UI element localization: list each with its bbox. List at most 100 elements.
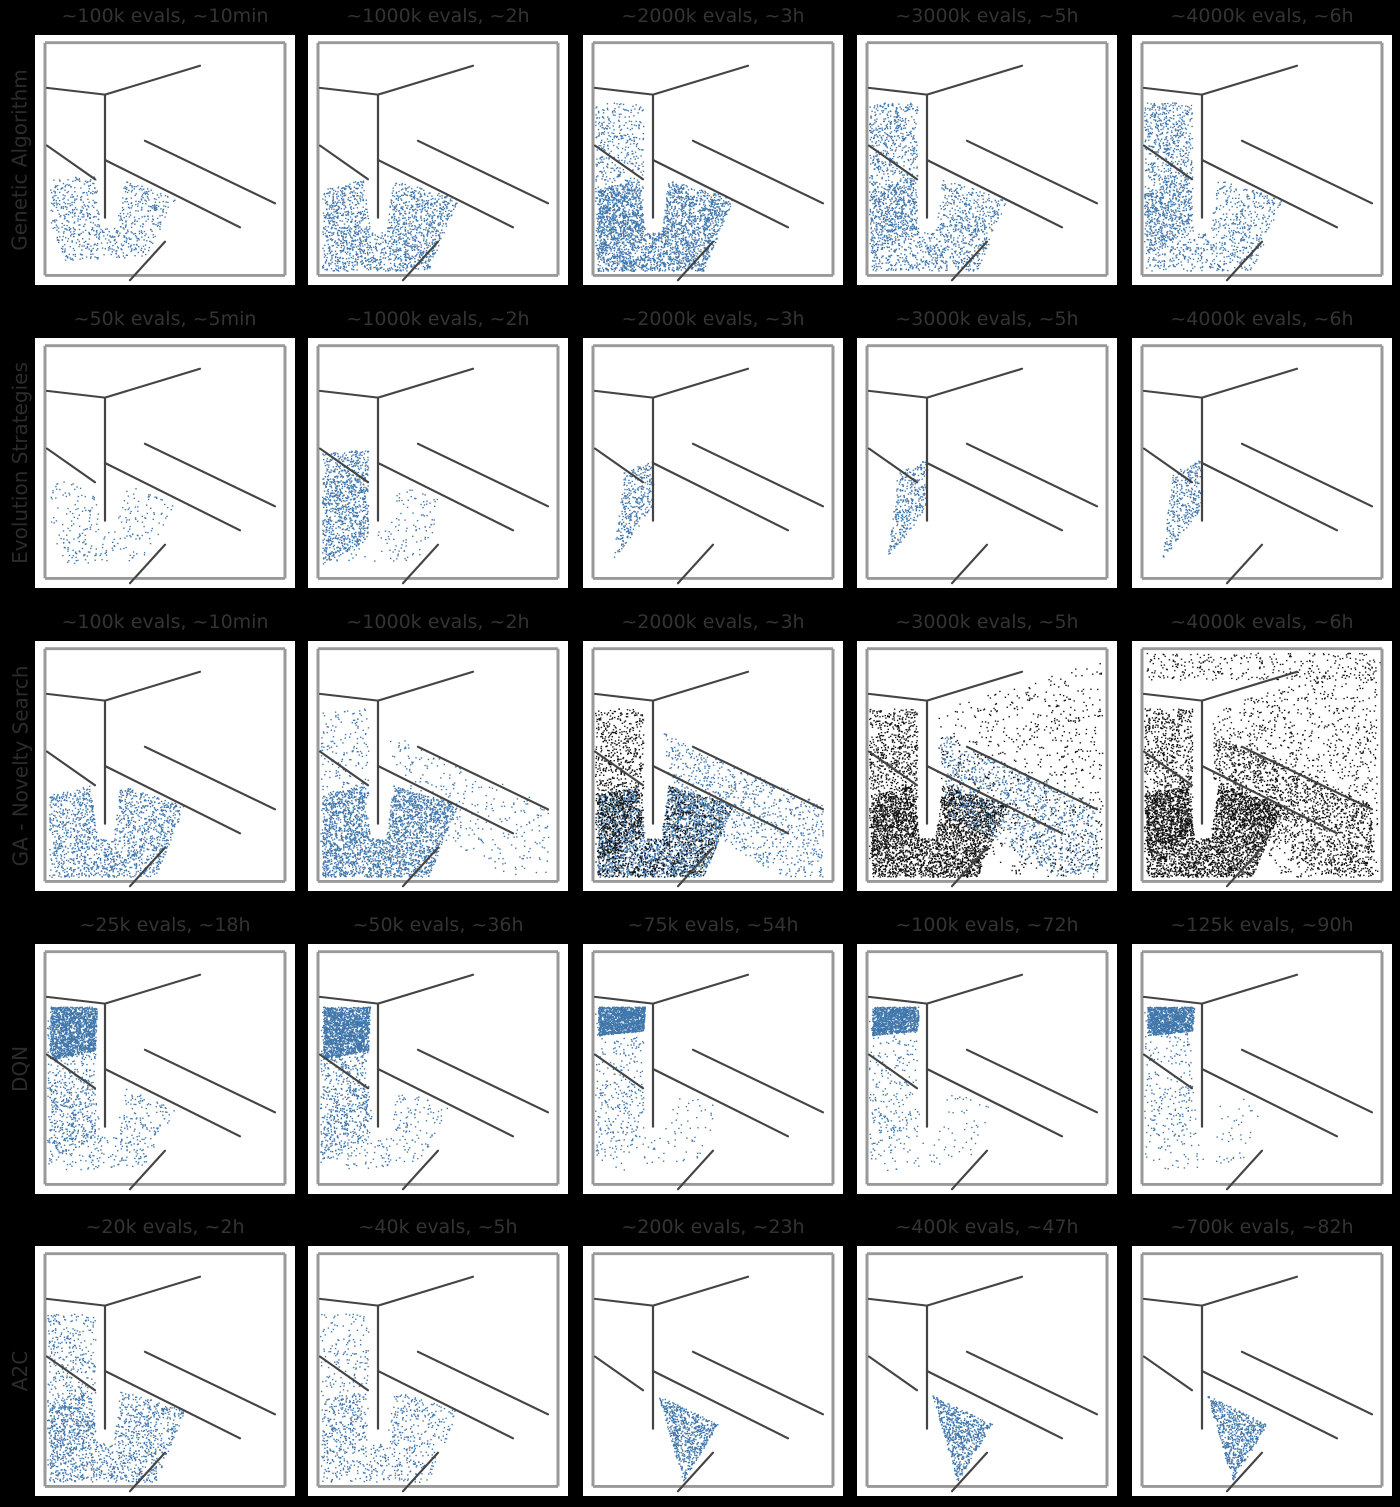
maze-plot [43, 344, 287, 585]
row-label-text: Evolution Strategies [8, 362, 32, 564]
panel-title: ~100k evals, ~10min [15, 5, 315, 27]
maze-wall [867, 995, 929, 1005]
maze-wall [45, 389, 107, 399]
maze-wall [318, 389, 380, 399]
coverage-points [49, 785, 185, 878]
maze-wall [143, 1048, 277, 1114]
maze-wall [318, 86, 380, 96]
row-label-text: GA - Novelty Search [8, 666, 32, 867]
row-label: Genetic Algorithm [0, 35, 40, 285]
maze-wall [318, 1297, 380, 1307]
maze-wall [925, 670, 1024, 702]
maze-panel [35, 338, 295, 588]
maze-wall [593, 389, 655, 399]
maze-panel [308, 35, 568, 285]
maze-wall [651, 1067, 790, 1138]
maze-wall [925, 367, 1024, 399]
panel-title: ~1000k evals, ~2h [288, 611, 588, 633]
maze-wall [318, 692, 380, 702]
maze-wall [867, 1355, 919, 1392]
maze-panel [308, 641, 568, 891]
maze-panel [1132, 338, 1392, 588]
maze-wall [143, 1350, 277, 1416]
maze-wall [651, 64, 750, 96]
maze-wall [103, 367, 202, 399]
maze-plot [43, 647, 287, 888]
maze-panel [308, 1246, 568, 1496]
maze-plot [1140, 1252, 1384, 1493]
maze-wall [416, 1048, 550, 1114]
coverage-points [869, 663, 1104, 878]
maze-plot [43, 41, 287, 282]
maze-wall [1200, 158, 1339, 229]
panel-title: ~2000k evals, ~3h [563, 308, 863, 330]
panel-title: ~1000k evals, ~2h [288, 5, 588, 27]
maze-panel [857, 944, 1117, 1194]
maze-wall [965, 139, 1099, 205]
maze-wall [45, 1297, 107, 1307]
maze-wall [416, 139, 550, 205]
maze-wall [1200, 367, 1299, 399]
maze-panel [583, 641, 843, 891]
maze-panel [1132, 35, 1392, 285]
panel-title: ~125k evals, ~90h [1112, 914, 1400, 936]
panel-title: ~3000k evals, ~5h [837, 611, 1137, 633]
maze-wall [103, 158, 242, 229]
maze-wall [593, 86, 655, 96]
panel-title: ~4000k evals, ~6h [1112, 5, 1400, 27]
panel-title: ~100k evals, ~10min [15, 611, 315, 633]
row-label-text: Genetic Algorithm [8, 69, 32, 250]
coverage-points [595, 1006, 714, 1171]
maze-wall [318, 144, 370, 181]
maze-wall [651, 670, 750, 702]
maze-wall [1200, 64, 1299, 96]
coverage-points [888, 458, 929, 555]
coverage-points [659, 1397, 719, 1482]
maze-wall [593, 1297, 655, 1307]
maze-plot [1140, 950, 1384, 1191]
coverage-points [50, 176, 176, 261]
maze-wall [1142, 86, 1204, 96]
maze-wall [651, 1275, 750, 1307]
maze-wall [965, 1350, 1099, 1416]
maze-wall [103, 670, 202, 702]
panel-title: ~25k evals, ~18h [15, 914, 315, 936]
maze-wall [143, 745, 277, 811]
panel-title: ~50k evals, ~36h [288, 914, 588, 936]
maze-plot [865, 950, 1109, 1191]
maze-wall [1240, 745, 1374, 811]
maze-wall [1142, 389, 1204, 399]
maze-wall [376, 1369, 515, 1440]
maze-panel [35, 35, 295, 285]
maze-wall [867, 692, 929, 702]
maze-wall [867, 389, 929, 399]
maze-plot [865, 41, 1109, 282]
panel-title: ~20k evals, ~2h [15, 1216, 315, 1238]
coverage-points [47, 1313, 185, 1483]
maze-wall [1200, 461, 1339, 532]
maze-wall [376, 973, 475, 1005]
panel-title: ~1000k evals, ~2h [288, 308, 588, 330]
maze-wall [925, 973, 1024, 1005]
maze-plot [316, 950, 560, 1191]
maze-wall [1240, 1350, 1374, 1416]
maze-wall [103, 1067, 242, 1138]
maze-wall [1142, 1297, 1204, 1307]
maze-wall [1142, 1053, 1194, 1090]
maze-panel [308, 338, 568, 588]
maze-panel [1132, 944, 1392, 1194]
maze-panel [583, 944, 843, 1194]
maze-wall [1200, 973, 1299, 1005]
maze-wall [376, 670, 475, 702]
maze-wall [867, 1297, 929, 1307]
maze-wall [103, 973, 202, 1005]
maze-wall [143, 442, 277, 508]
maze-panel [857, 1246, 1117, 1496]
maze-plot [591, 950, 835, 1191]
panel-title: ~400k evals, ~47h [837, 1216, 1137, 1238]
panel-title: ~700k evals, ~82h [1112, 1216, 1400, 1238]
panel-title: ~200k evals, ~23h [563, 1216, 863, 1238]
panel-title: ~2000k evals, ~3h [563, 611, 863, 633]
panel-title: ~4000k evals, ~6h [1112, 308, 1400, 330]
coverage-points [47, 1006, 175, 1171]
